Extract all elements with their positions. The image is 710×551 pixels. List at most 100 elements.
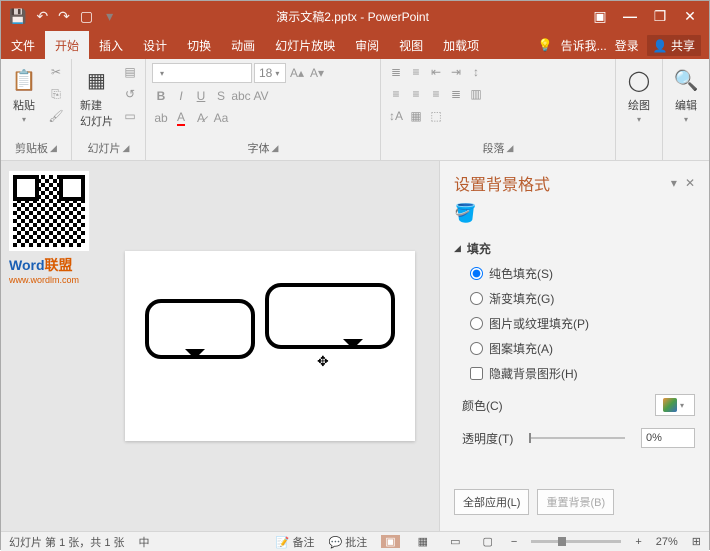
- transparency-spinner[interactable]: 0%: [641, 428, 695, 448]
- layout-icon[interactable]: ▤: [121, 63, 139, 81]
- pattern-fill-radio[interactable]: 图案填充(A): [470, 340, 695, 357]
- hide-graphics-checkbox[interactable]: 隐藏背景图形(H): [470, 365, 695, 382]
- shadow-icon[interactable]: abc: [232, 87, 250, 105]
- solid-fill-radio[interactable]: 纯色填充(S): [470, 265, 695, 282]
- tab-slideshow[interactable]: 幻灯片放映: [265, 31, 345, 59]
- ribbon: 📋 粘贴 ▾ ✂ ⎘ 🖌 剪贴板◢ ▦ 新建 幻灯片 ▤ ↺ ▭ 幻灯片◢: [1, 59, 709, 161]
- columns-icon[interactable]: ▥: [467, 85, 485, 103]
- fit-window-icon[interactable]: ⊞: [692, 535, 701, 548]
- grow-font-icon[interactable]: A▴: [288, 64, 306, 82]
- font-size-combo[interactable]: 18▾: [254, 63, 286, 83]
- reset-icon[interactable]: ↺: [121, 85, 139, 103]
- panel-menu-icon[interactable]: ▾: [671, 176, 677, 190]
- tab-addins[interactable]: 加载项: [433, 31, 489, 59]
- tab-view[interactable]: 视图: [389, 31, 433, 59]
- tab-animation[interactable]: 动画: [221, 31, 265, 59]
- group-label: 字体: [248, 140, 270, 156]
- format-painter-icon[interactable]: 🖌: [47, 107, 65, 125]
- fill-tab-icon[interactable]: 🪣: [454, 203, 695, 224]
- paste-button[interactable]: 📋 粘贴 ▾: [7, 63, 41, 126]
- picture-fill-radio[interactable]: 图片或纹理填充(P): [470, 315, 695, 332]
- bullets-icon[interactable]: ≣: [387, 63, 405, 81]
- start-slideshow-icon[interactable]: ▢: [80, 8, 93, 25]
- cut-icon[interactable]: ✂: [47, 63, 65, 81]
- drawing-button[interactable]: ◯ 绘图 ▾: [622, 63, 656, 126]
- clear-format-icon[interactable]: A̷: [192, 109, 210, 127]
- align-text-icon[interactable]: ▦: [407, 107, 425, 125]
- fill-section-header[interactable]: ◢填充: [454, 240, 695, 257]
- qat-customize-icon[interactable]: ▾: [103, 8, 116, 25]
- italic-icon[interactable]: I: [172, 87, 190, 105]
- justify-icon[interactable]: ≣: [447, 85, 465, 103]
- notes-button[interactable]: 📝 备注: [276, 534, 315, 550]
- spacing-icon[interactable]: AV: [252, 87, 270, 105]
- underline-icon[interactable]: U: [192, 87, 210, 105]
- indent-decrease-icon[interactable]: ⇤: [427, 63, 445, 81]
- font-color-icon[interactable]: A: [172, 109, 190, 127]
- restore-icon[interactable]: ❐: [647, 8, 673, 25]
- tab-insert[interactable]: 插入: [89, 31, 133, 59]
- transparency-slider[interactable]: [529, 437, 625, 439]
- strike-icon[interactable]: S: [212, 87, 230, 105]
- shrink-font-icon[interactable]: A▾: [308, 64, 326, 82]
- panel-close-icon[interactable]: ✕: [685, 176, 695, 190]
- panel-title: 设置背景格式: [454, 171, 550, 195]
- smartart-icon[interactable]: ⬚: [427, 107, 445, 125]
- editing-button[interactable]: 🔍 编辑 ▾: [669, 63, 703, 126]
- slide[interactable]: ✥: [125, 251, 415, 441]
- align-center-icon[interactable]: ≡: [407, 85, 425, 103]
- dialog-launcher-icon[interactable]: ◢: [272, 143, 279, 154]
- normal-view-icon[interactable]: ▣: [381, 535, 399, 548]
- dialog-launcher-icon[interactable]: ◢: [507, 143, 514, 154]
- ribbon-options-icon[interactable]: ▣: [587, 8, 613, 25]
- tab-home[interactable]: 开始: [45, 31, 89, 59]
- language-indicator[interactable]: 中: [139, 534, 150, 550]
- bold-icon[interactable]: B: [152, 87, 170, 105]
- zoom-out-icon[interactable]: −: [511, 536, 517, 548]
- align-right-icon[interactable]: ≡: [427, 85, 445, 103]
- speech-bubble-shape[interactable]: [265, 283, 395, 349]
- indent-increase-icon[interactable]: ⇥: [447, 63, 465, 81]
- signin-link[interactable]: 登录: [615, 37, 639, 54]
- sorter-view-icon[interactable]: ▦: [414, 535, 432, 548]
- reset-background-button[interactable]: 重置背景(B): [537, 489, 614, 515]
- share-button[interactable]: 👤 共享: [647, 35, 701, 56]
- comments-button[interactable]: 💬 批注: [328, 534, 367, 550]
- font-family-combo[interactable]: ▾: [152, 63, 252, 83]
- tell-me[interactable]: 告诉我...: [561, 37, 607, 54]
- change-case-icon[interactable]: Aa: [212, 109, 230, 127]
- zoom-slider[interactable]: [531, 540, 621, 543]
- slideshow-view-icon[interactable]: ▢: [478, 535, 496, 548]
- undo-icon[interactable]: ↶: [36, 8, 48, 25]
- text-direction-icon[interactable]: ↕A: [387, 107, 405, 125]
- reading-view-icon[interactable]: ▭: [446, 535, 464, 548]
- save-icon[interactable]: 💾: [9, 8, 26, 25]
- tab-transition[interactable]: 切换: [177, 31, 221, 59]
- zoom-level[interactable]: 27%: [656, 536, 678, 548]
- line-spacing-icon[interactable]: ↕: [467, 63, 485, 81]
- minimize-icon[interactable]: —: [617, 8, 643, 24]
- redo-icon[interactable]: ↷: [58, 8, 70, 25]
- tab-review[interactable]: 审阅: [345, 31, 389, 59]
- highlight-icon[interactable]: ab: [152, 109, 170, 127]
- window-title: 演示文稿2.pptx - PowerPoint: [124, 8, 581, 25]
- copy-icon[interactable]: ⎘: [47, 85, 65, 103]
- dialog-launcher-icon[interactable]: ◢: [123, 143, 130, 154]
- transparency-label: 透明度(T): [462, 430, 513, 447]
- close-icon[interactable]: ✕: [677, 8, 703, 25]
- apply-all-button[interactable]: 全部应用(L): [454, 489, 529, 515]
- speech-bubble-shape[interactable]: [145, 299, 255, 359]
- slide-canvas[interactable]: ✥: [101, 161, 439, 531]
- slide-indicator[interactable]: 幻灯片 第 1 张，共 1 张: [9, 534, 125, 550]
- tab-design[interactable]: 设计: [133, 31, 177, 59]
- numbering-icon[interactable]: ≡: [407, 63, 425, 81]
- zoom-in-icon[interactable]: +: [635, 536, 641, 548]
- section-icon[interactable]: ▭: [121, 107, 139, 125]
- gradient-fill-radio[interactable]: 渐变填充(G): [470, 290, 695, 307]
- align-left-icon[interactable]: ≡: [387, 85, 405, 103]
- new-slide-button[interactable]: ▦ 新建 幻灯片: [78, 63, 115, 131]
- dialog-launcher-icon[interactable]: ◢: [50, 143, 57, 154]
- tab-file[interactable]: 文件: [1, 31, 45, 59]
- group-label: 段落: [483, 140, 505, 156]
- color-picker-button[interactable]: ▾: [655, 394, 695, 416]
